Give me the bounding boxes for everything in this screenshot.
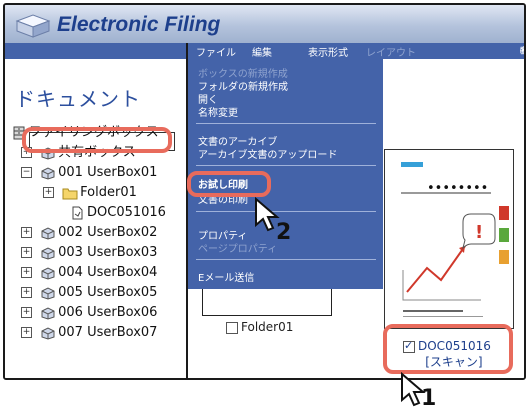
tree-item-label: 007 UserBox07 [58,325,158,340]
tree-item-label: 002 UserBox02 [58,225,158,240]
tree-item-label: Folder01 [80,185,137,200]
left-panel-header-strip [5,43,186,59]
left-panel: ドキュメント ファイリングボックス + 共有ボックス − 001 UserBox… [5,43,188,378]
tree-item-label: 005 UserBox05 [58,285,158,300]
user-box-icon [41,326,55,340]
folder-logo-icon [15,14,51,38]
tree-item-userbox07[interactable]: + 007 UserBox07 [21,323,157,343]
title-bar: Electronic Filing [5,5,524,43]
tree-item-userbox02[interactable]: + 002 UserBox02 [21,223,157,243]
svg-text:!: ! [475,222,483,243]
user-box-icon [41,306,55,320]
expand-toggle[interactable]: + [21,307,32,318]
highlight-userbox01 [22,127,172,153]
folder-icon [62,188,78,199]
user-box-icon [41,286,55,300]
folder-item-check[interactable]: Folder01 [226,320,293,334]
cut-icon[interactable]: ✂ [520,45,524,56]
tree-item-label: 003 UserBox03 [58,245,158,260]
menu-item-page-properties: ページプロパティ [198,244,278,255]
document-icon [72,206,83,219]
checkbox[interactable] [226,321,238,334]
expand-toggle[interactable]: + [21,327,32,338]
tree-item-label: 004 UserBox04 [58,265,158,280]
menu-edit[interactable]: 編集 [252,44,272,59]
folder-thumbnail-frame[interactable] [202,289,332,316]
user-box-icon [41,166,55,180]
menu-file[interactable]: ファイル [196,44,236,59]
tree-item-userbox05[interactable]: + 005 UserBox05 [21,283,157,303]
tree-item-label: 006 UserBox06 [58,305,158,320]
menu-layout: レイアウト [366,48,416,59]
tree-item-doc051016[interactable]: DOC051016 [69,203,166,223]
menu-separator [196,165,376,166]
tree-item-label: 001 UserBox01 [58,165,158,180]
tree-item-userbox06[interactable]: + 006 UserBox06 [21,303,157,323]
document-preview-illustration: •••••••• ! [401,162,509,317]
folder-item-label: Folder01 [241,320,294,334]
expand-toggle[interactable]: + [43,187,54,198]
expand-toggle[interactable]: + [21,287,32,298]
user-box-icon [41,246,55,260]
document-thumbnail[interactable]: •••••••• ! [384,149,514,329]
user-box-icon [41,266,55,280]
menu-separator [196,259,376,260]
expand-toggle[interactable]: + [21,227,32,238]
menu-separator [196,123,376,124]
menu-view[interactable]: 表示形式 [308,44,348,59]
step-1-callout: 1 [421,386,437,411]
expand-toggle[interactable]: + [21,267,32,278]
menu-item-upload-archive[interactable]: アーカイブ文書のアップロード [198,146,337,161]
tree-item-userbox04[interactable]: + 004 UserBox04 [21,263,157,283]
menu-separator [196,211,376,212]
tree-item-userbox01[interactable]: − 001 UserBox01 [21,163,157,183]
tree-item-folder01[interactable]: + Folder01 [43,183,137,203]
expand-toggle[interactable]: + [21,247,32,258]
menu-item-send-email[interactable]: Eメール送信 [198,269,254,284]
thumb-dots: •••••••• [427,181,488,196]
highlight-proof-print [187,171,271,197]
user-box-icon [41,226,55,240]
step-2-callout: 2 [276,220,292,245]
tree-item-label: DOC051016 [87,205,166,220]
tree-item-userbox03[interactable]: + 003 UserBox03 [21,243,157,263]
collapse-toggle[interactable]: − [21,167,32,178]
app-title: Electronic Filing [57,13,221,36]
highlight-document [383,324,513,374]
menu-bar: ファイル 編集 表示形式 レイアウト ▣ ▤ ⎙ ✂ [188,43,524,59]
menu-item-rename[interactable]: 名称変更 [198,104,238,119]
documents-heading: ドキュメント [15,87,141,111]
